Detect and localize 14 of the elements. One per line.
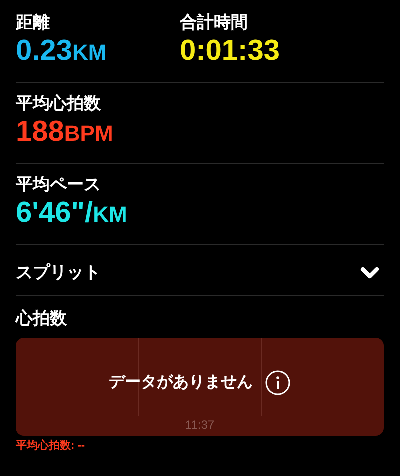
- metric-label: 平均ペース: [16, 174, 101, 196]
- section-label: 心拍数: [16, 308, 68, 330]
- metric-label: 平均心拍数: [16, 93, 101, 115]
- metric-value: 0:01:33: [180, 34, 280, 68]
- info-icon[interactable]: [265, 370, 291, 396]
- metric-label: 距離: [16, 12, 50, 34]
- average-heart-rate: 平均心拍数: --: [16, 438, 86, 454]
- no-data-message: データがありません: [109, 372, 253, 392]
- metric-value: 0.23KM: [16, 34, 107, 69]
- time-axis-label: 11:37: [185, 416, 215, 434]
- metric-value: 6'46"/KM: [16, 196, 128, 231]
- metric-label: 合計時間: [180, 12, 248, 34]
- metric-value: 188BPM: [16, 115, 114, 150]
- section-label: スプリット: [16, 262, 101, 284]
